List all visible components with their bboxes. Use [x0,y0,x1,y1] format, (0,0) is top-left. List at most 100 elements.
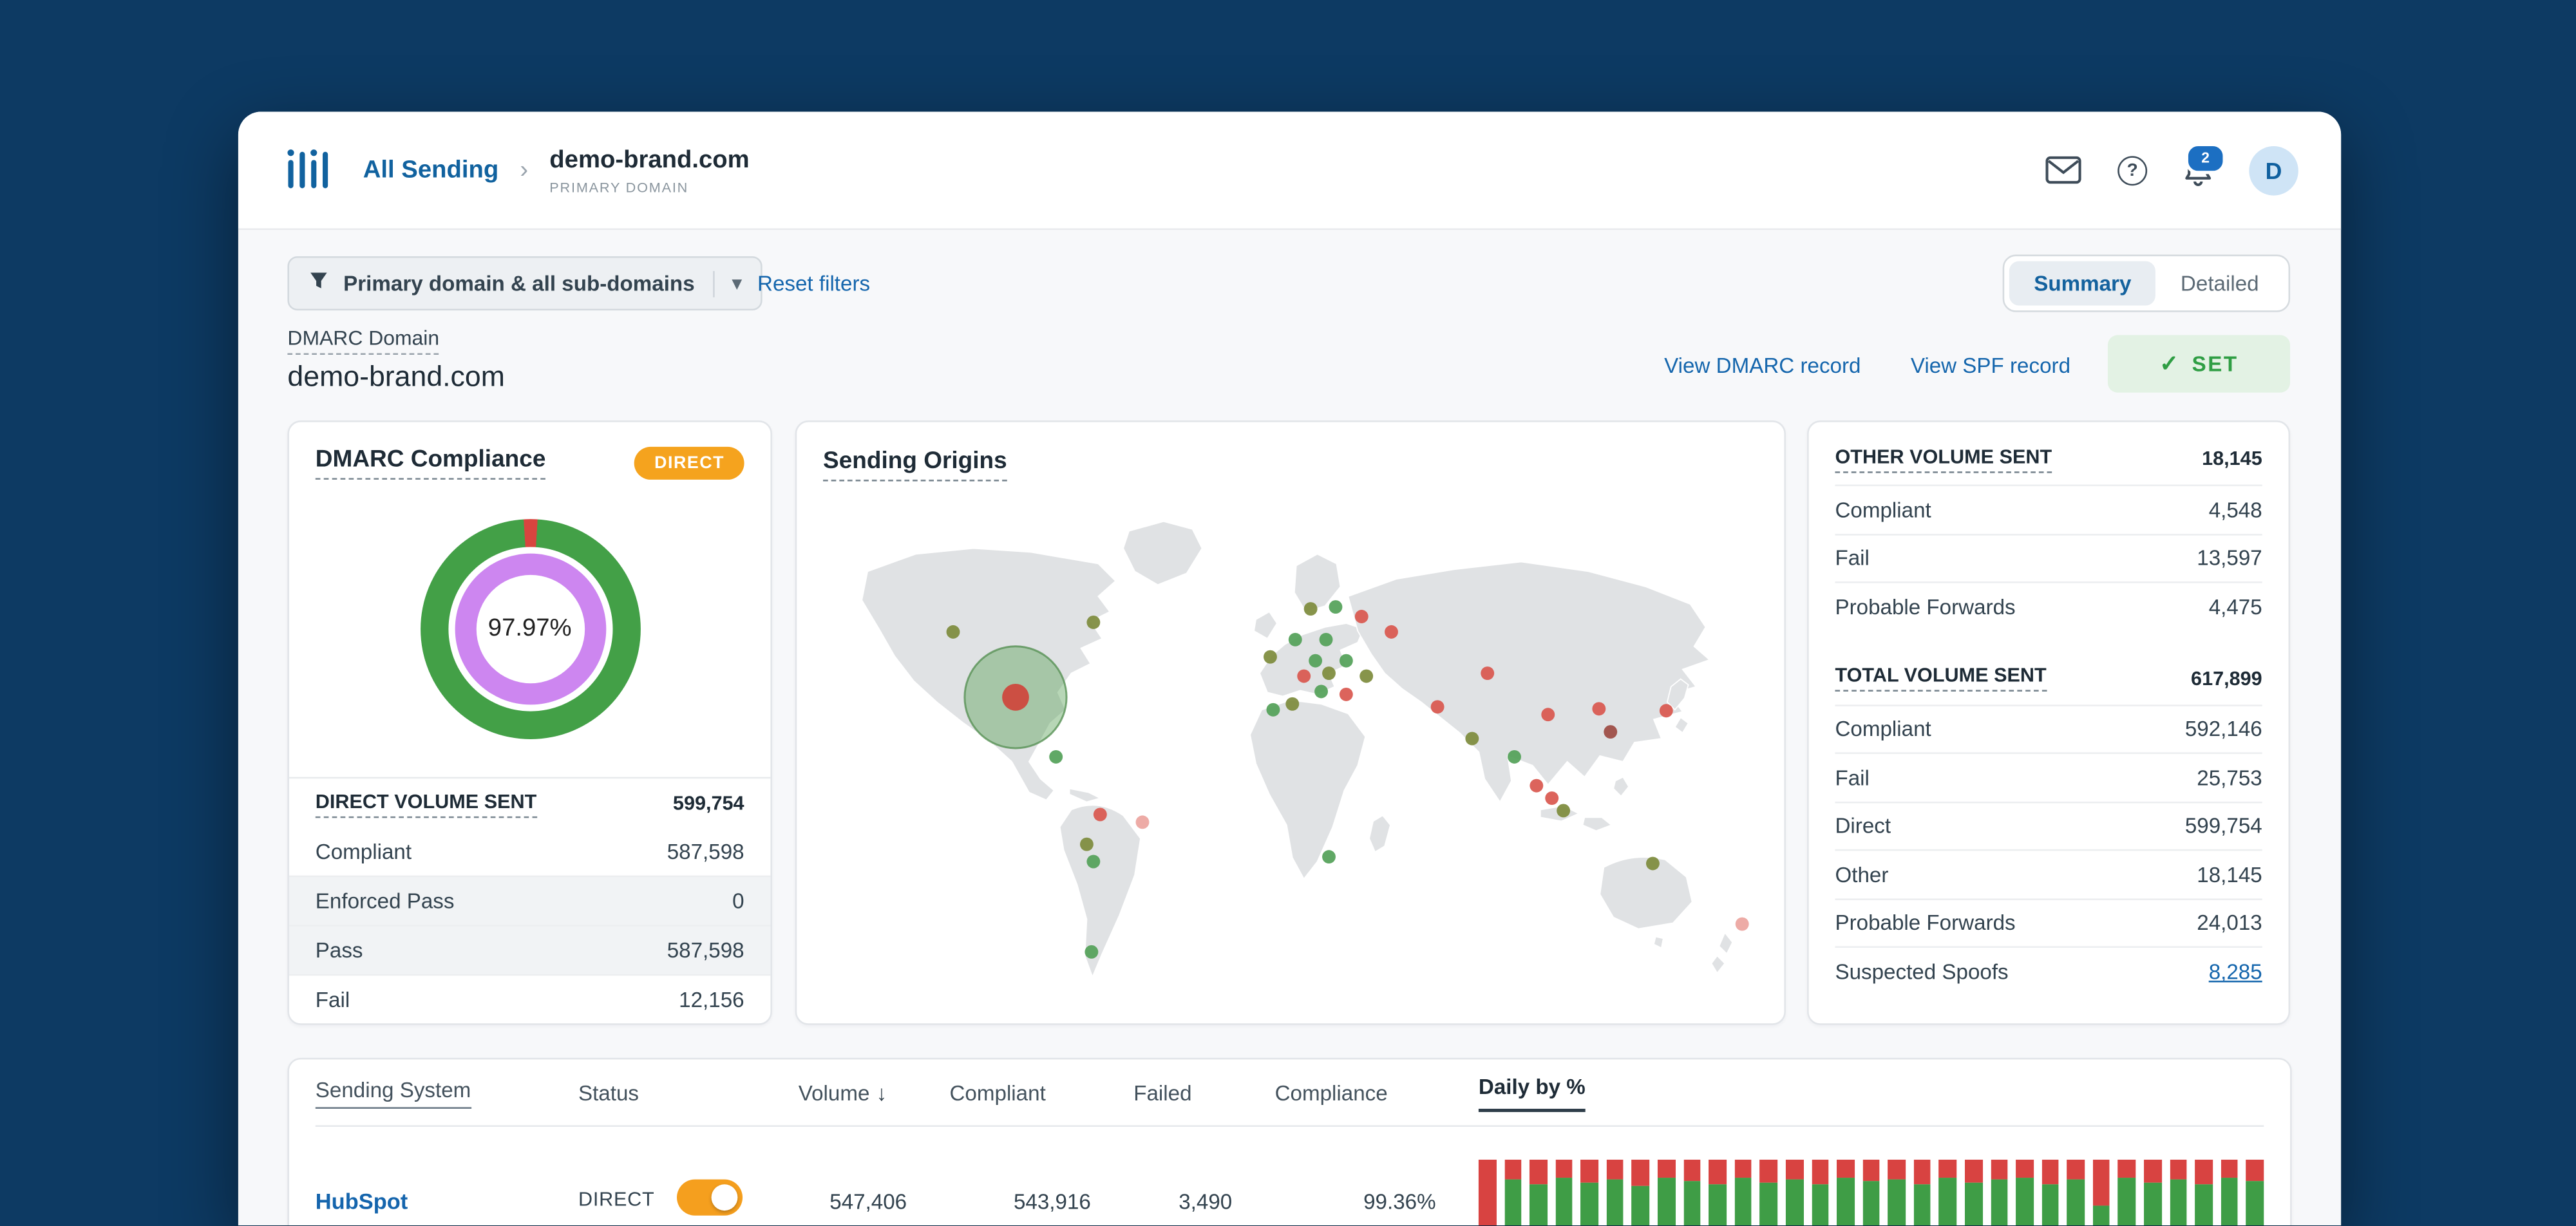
volume-row: Fail 25,753 [1835,754,2262,803]
daily-bar [1760,1160,1778,1226]
volume-row: Suspected Spoofs 8,285 [1835,948,2262,996]
row-label: Fail [1835,765,1870,790]
dmarc-domain-label: DMARC Domain [287,327,440,355]
dmarcian-logo-icon[interactable] [281,146,337,195]
row-value: 4,548 [2208,497,2262,522]
row-value: 599,754 [2184,813,2262,838]
view-dmarc-record-link[interactable]: View DMARC record [1664,353,1861,377]
daily-bar [2092,1160,2110,1226]
row-label: Pass [315,938,363,963]
view-spf-record-link[interactable]: View SPF record [1911,353,2070,377]
daily-bar [2041,1160,2060,1226]
user-avatar[interactable]: D [2249,145,2298,195]
daily-bar [1504,1160,1522,1226]
dmarc-compliance-card: DMARC Compliance DIRECT 97.97% DIRECT VO… [287,420,772,1025]
col-status[interactable]: Status [578,1080,799,1104]
volume-value: 547,406 [829,1189,907,1214]
row-label: Other [1835,862,1889,887]
daily-bar [1530,1160,1548,1226]
origin-dot [1314,684,1329,699]
compliance-row: Compliant 587,598 [289,828,770,876]
origin-cluster-center [1002,683,1029,711]
origin-dot [1288,632,1302,646]
domain-filter-dropdown[interactable]: Primary domain & all sub-domains ▾ [287,256,763,311]
tab-detailed[interactable]: Detailed [2156,261,2284,306]
direct-toggle[interactable] [677,1179,744,1216]
reset-filters-link[interactable]: Reset filters [757,271,870,296]
row-value: 25,753 [2197,765,2262,790]
sending-systems-table-card: Sending System Status Volume ↓ Compliant … [287,1057,2292,1226]
breadcrumb-all-sending[interactable]: All Sending [363,156,498,184]
compliance-row: Fail 12,156 [289,974,771,1024]
origin-dot [1735,917,1749,931]
origin-dot [1481,666,1495,680]
daily-bar [1734,1160,1752,1226]
row-value: 0 [732,889,744,914]
origin-dot [1354,610,1368,623]
daily-bar [2246,1160,2264,1226]
row-value: 13,597 [2197,545,2262,571]
row-label: Direct [1835,813,1891,838]
table-header-row: Sending System Status Volume ↓ Compliant … [315,1059,2264,1127]
col-compliant[interactable]: Compliant [949,1080,1133,1104]
status-label: DIRECT [578,1187,655,1211]
row-value: 4,475 [2208,595,2262,620]
origin-dot [1049,750,1063,764]
row-value: 587,598 [667,839,744,864]
col-sending-system[interactable]: Sending System [315,1077,471,1108]
daily-bar [2169,1160,2187,1226]
origin-dot [1339,687,1353,701]
origin-dot [1322,850,1336,864]
daily-bar [1555,1160,1573,1226]
daily-bar [1683,1160,1701,1226]
col-compliance[interactable]: Compliance [1275,1080,1479,1104]
row-label: Enforced Pass [315,889,455,914]
origin-dot [1645,856,1660,871]
tab-summary[interactable]: Summary [2009,261,2156,306]
origin-dot [1093,807,1107,822]
direct-badge: DIRECT [634,446,744,480]
daily-bar [1888,1160,1906,1226]
row-value: 18,145 [2197,862,2262,887]
col-volume[interactable]: Volume [799,1080,870,1104]
mail-icon[interactable] [2045,156,2081,184]
origin-dot [1297,669,1311,683]
sending-system-link[interactable]: HubSpot [316,1127,578,1225]
origin-dot [1309,654,1323,668]
toggle-knob [712,1184,739,1211]
world-map[interactable] [810,495,1771,1014]
dmarc-set-status-button[interactable]: ✓ SET [2107,335,2291,393]
daily-bar [1658,1160,1676,1226]
row-label: Compliant [1835,716,1931,742]
sort-desc-icon[interactable]: ↓ [876,1080,887,1104]
compliance-value: 99.36% [1363,1189,1436,1214]
origin-dot [1545,791,1559,806]
origin-dot [1508,750,1521,764]
col-failed[interactable]: Failed [1133,1080,1274,1104]
section-value: 18,145 [2202,446,2262,470]
breadcrumb-domain: demo-brand.com PRIMARY DOMAIN [549,146,749,195]
col-daily-by-percent[interactable]: Daily by % [1478,1073,1586,1111]
funnel-icon [309,271,329,296]
daily-bars [1478,1160,2264,1226]
desktop-background: All Sending › demo-brand.com PRIMARY DOM… [0,0,2576,1226]
compliance-percent: 97.97% [475,574,584,683]
volume-section: OTHER VOLUME SENT 18,145 Compliant 4,548… [1835,432,2262,632]
status-cell: DIRECT [578,1127,799,1225]
origin-dot [1319,632,1333,646]
row-value: 24,013 [2197,910,2262,936]
volume-section-header: OTHER VOLUME SENT 18,145 [1835,432,2262,487]
volume-row: Probable Forwards 24,013 [1835,900,2262,948]
origin-dot [1541,708,1555,722]
help-icon[interactable]: ? [2117,155,2148,185]
divider [712,270,715,297]
notifications-bell-icon[interactable]: 2 [2183,142,2226,187]
volume-row: Direct 599,754 [1835,802,2262,851]
daily-bar [1580,1160,1598,1226]
notification-count-badge: 2 [2184,142,2226,174]
origin-dot [1465,731,1479,746]
origin-dot [1135,815,1150,829]
app-header: All Sending › demo-brand.com PRIMARY DOM… [238,111,2342,231]
compliance-row: Pass 587,598 [289,925,771,974]
suspected-spoofs-link[interactable]: 8,285 [2209,959,2262,984]
